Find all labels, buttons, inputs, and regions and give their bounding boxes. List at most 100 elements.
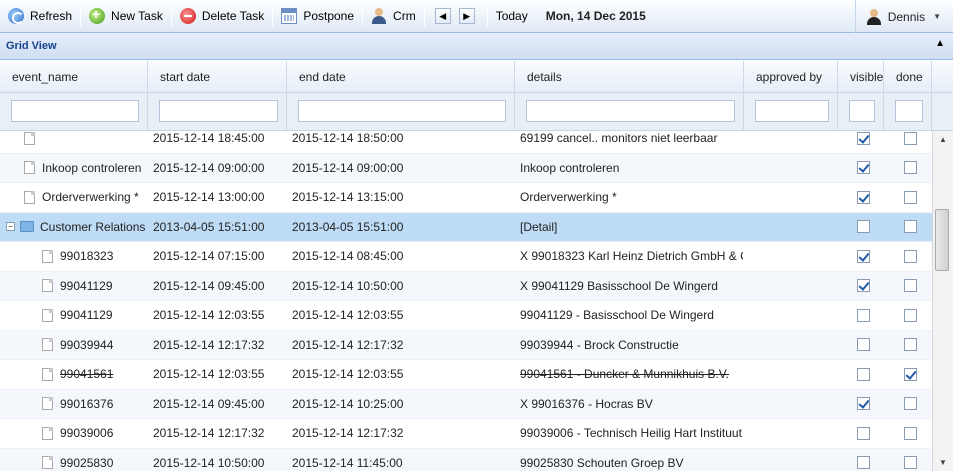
table-row[interactable]: 99039006 2015-12-14 12:17:32 2015-12-14 12… <box>0 419 932 449</box>
visible-checkbox[interactable] <box>856 249 870 263</box>
done-checkbox[interactable] <box>904 249 917 263</box>
postpone-button[interactable]: Postpone <box>273 0 362 33</box>
column-header-approved-by[interactable]: approved by <box>744 61 838 92</box>
column-header-event-name[interactable]: event_name <box>0 61 148 92</box>
event-name: 99025830 <box>60 455 114 470</box>
event-name-cell: 99018323 <box>0 242 147 271</box>
end-date-cell: 2015-12-14 18:50:00 <box>292 131 404 146</box>
filter-cell <box>515 93 744 130</box>
table-row[interactable]: 99041561 2015-12-14 12:03:55 2015-12-14 12… <box>0 360 932 390</box>
visible-checkbox[interactable] <box>856 279 870 293</box>
visible-checkbox[interactable] <box>856 161 870 175</box>
table-row[interactable]: 99018323 2015-12-14 07:15:00 2015-12-14 08… <box>0 242 932 272</box>
filter-start-date-input[interactable] <box>159 100 278 122</box>
panel-title: Grid View <box>6 40 57 52</box>
end-date-cell: 2015-12-14 12:03:55 <box>292 367 404 382</box>
scroll-down-icon[interactable]: ▼ <box>933 454 953 471</box>
table-row[interactable]: Inkoop controleren 2015-12-14 09:00:00 201… <box>0 153 932 183</box>
done-checkbox[interactable] <box>904 338 917 352</box>
done-checkbox[interactable] <box>904 279 917 293</box>
done-checkbox[interactable] <box>904 308 917 322</box>
tree-folder-row[interactable]: − Customer Relations 2013-04-05 15:51:00 20… <box>0 212 932 242</box>
today-button[interactable]: Today <box>488 0 536 33</box>
done-checkbox[interactable] <box>904 397 917 411</box>
visible-checkbox[interactable] <box>856 456 870 470</box>
details-cell: 99041561 - Duncker & Munnikhuis B.V. <box>514 360 743 389</box>
done-checkbox[interactable] <box>904 456 917 470</box>
user-icon <box>371 8 387 24</box>
event-name-cell: − Customer Relations <box>0 213 147 242</box>
details-text: Orderverwerking * <box>520 190 617 205</box>
column-header-done[interactable]: done <box>884 61 932 92</box>
event-name-cell: 99041129 <box>0 301 147 330</box>
crm-button[interactable]: Crm <box>363 0 424 33</box>
done-cell <box>883 390 932 419</box>
filter-visible-input[interactable] <box>849 100 875 122</box>
column-header-start-date[interactable]: start date <box>148 61 287 92</box>
done-checkbox[interactable] <box>904 426 917 440</box>
table-row[interactable]: Orderverwerking * 2015-12-14 13:00:00 2015… <box>0 183 932 213</box>
visible-checkbox[interactable] <box>856 308 870 322</box>
column-header-visible[interactable]: visible <box>838 61 884 92</box>
filter-done-input[interactable] <box>895 100 923 122</box>
document-icon <box>24 161 35 175</box>
table-row[interactable]: 99016376 2015-12-14 09:45:00 2015-12-14 10… <box>0 389 932 419</box>
visible-checkbox[interactable] <box>856 338 870 352</box>
filter-event-name-input[interactable] <box>11 100 139 122</box>
table-row[interactable]: 99041129 2015-12-14 09:45:00 2015-12-14 10… <box>0 271 932 301</box>
prev-day-button[interactable]: ◀ <box>434 8 451 24</box>
delete-task-button[interactable]: Delete Task <box>172 0 272 33</box>
table-row[interactable]: 99041129 2015-12-14 12:03:55 2015-12-14 12… <box>0 301 932 331</box>
filter-cell <box>884 93 932 130</box>
visible-checkbox[interactable] <box>856 367 870 381</box>
visible-checkbox[interactable] <box>856 220 870 234</box>
approved-by-cell <box>743 183 837 212</box>
new-task-label: New Task <box>111 9 163 23</box>
visible-checkbox[interactable] <box>856 426 870 440</box>
scroll-up-icon[interactable]: ▲ <box>933 131 953 148</box>
done-checkbox[interactable] <box>904 161 917 175</box>
event-name: 99016376 <box>60 396 114 411</box>
start-date-cell: 2015-12-14 12:17:32 <box>153 337 265 352</box>
done-checkbox[interactable] <box>904 220 917 234</box>
user-menu[interactable]: Dennis ▼ <box>854 0 953 33</box>
table-row[interactable]: 99025830 2015-12-14 10:50:00 2015-12-14 11… <box>0 448 932 471</box>
event-name: 99041561 <box>60 367 114 382</box>
document-icon <box>42 456 53 470</box>
table-row[interactable]: 2015-12-14 18:45:00 2015-12-14 18:50:00 69… <box>0 131 932 154</box>
approved-by-cell <box>743 449 837 471</box>
table-row[interactable]: 99039944 2015-12-14 12:17:32 2015-12-14 12… <box>0 330 932 360</box>
next-day-button[interactable]: ▶ <box>458 8 475 24</box>
visible-checkbox[interactable] <box>856 190 870 204</box>
approved-by-cell <box>743 390 837 419</box>
done-checkbox[interactable] <box>904 367 917 381</box>
collapse-toggle-icon[interactable]: − <box>6 222 15 232</box>
visible-checkbox[interactable] <box>856 397 870 411</box>
filter-approved-by-input[interactable] <box>755 100 829 122</box>
visible-checkbox[interactable] <box>856 131 870 145</box>
event-name-cell <box>0 131 147 153</box>
user-name: Dennis <box>887 9 926 24</box>
vertical-scrollbar[interactable]: ▲ ▼ <box>932 131 953 471</box>
done-checkbox[interactable] <box>904 190 917 204</box>
done-checkbox[interactable] <box>904 131 917 145</box>
approved-by-cell <box>743 331 837 360</box>
end-date-cell: 2015-12-14 13:15:00 <box>292 190 404 205</box>
event-name-cell: 99041129 <box>0 272 147 301</box>
chevron-down-icon: ▼ <box>933 12 941 21</box>
filter-end-date-input[interactable] <box>298 100 506 122</box>
column-header-end-date[interactable]: end date <box>287 61 515 92</box>
refresh-icon <box>8 8 24 24</box>
document-icon <box>42 249 53 263</box>
done-cell <box>883 331 932 360</box>
filter-details-input[interactable] <box>526 100 735 122</box>
scroll-thumb[interactable] <box>935 209 949 271</box>
refresh-button[interactable]: Refresh <box>0 0 80 33</box>
column-header-details[interactable]: details <box>515 61 744 92</box>
end-date-cell: 2015-12-14 10:50:00 <box>292 278 404 293</box>
event-name-cell: 99016376 <box>0 390 147 419</box>
details-cell: 99025830 Schouten Groep BV <box>514 449 743 471</box>
new-task-button[interactable]: New Task <box>81 0 171 33</box>
collapse-icon[interactable]: ▲ <box>935 38 945 49</box>
event-name-cell: 99039944 <box>0 331 147 360</box>
